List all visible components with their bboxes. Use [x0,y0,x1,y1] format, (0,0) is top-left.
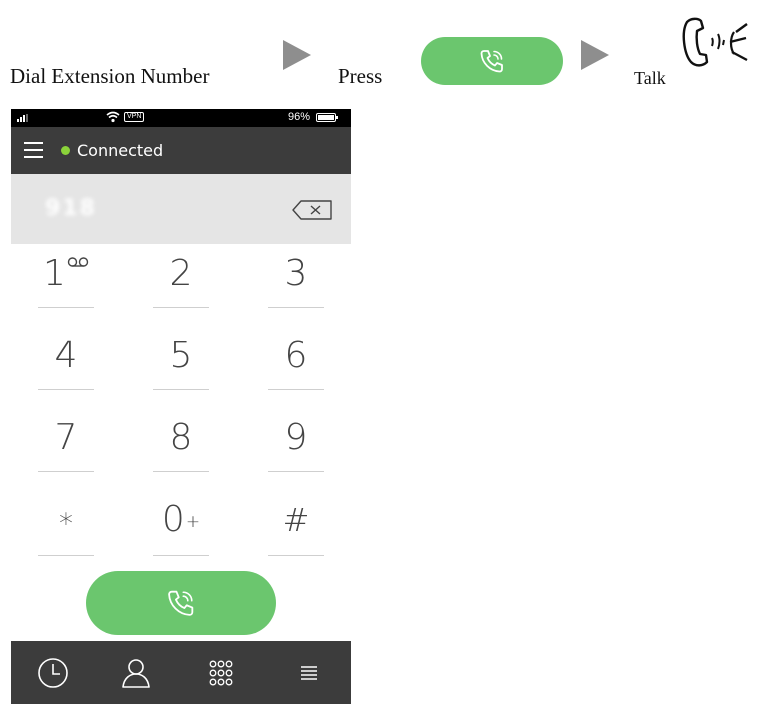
phone-screen: VPN 96% Connected 918 1 2 3 4 5 6 7 8 9 … [11,109,351,704]
key-1[interactable]: 1 [38,244,94,308]
dial-number-field[interactable]: 918 [11,174,351,244]
call-button-illustration [421,37,563,85]
key-digit: 6 [284,335,308,376]
key-digit: 3 [284,253,308,294]
contacts-icon [122,659,150,688]
tab-contacts[interactable] [118,655,154,691]
key-digit: 1 [43,253,66,294]
key-digit: 4 [54,335,78,376]
menu-icon [301,666,317,680]
key-digit: # [282,501,310,539]
key-digit: 8 [169,417,193,458]
phone-call-icon [480,50,503,73]
key-0[interactable]: 0+ [153,490,209,556]
key-digit: 5 [169,335,193,376]
key-digit: 0 [161,499,185,540]
wifi-icon [106,111,120,123]
instruction-strip: Dial Extension Number Press Talk [0,0,759,100]
step-dial-extension: Dial Extension Number [10,64,210,88]
app-header: Connected [11,127,351,174]
battery-icon [316,113,338,122]
key-3[interactable]: 3 [268,244,324,308]
bottom-tab-bar [11,641,351,704]
connection-status: Connected [77,141,164,160]
key-7[interactable]: 7 [38,408,94,472]
key-6[interactable]: 6 [268,326,324,390]
hamburger-icon[interactable] [24,142,43,158]
vpn-badge: VPN [124,112,145,122]
tab-history[interactable] [35,655,71,691]
key-5[interactable]: 5 [153,326,209,390]
dialed-number: 918 [45,196,97,221]
key-hash[interactable]: # [268,490,324,556]
tab-menu[interactable] [291,655,327,691]
signal-icon [17,114,28,122]
phone-call-icon [168,590,194,616]
status-bar: VPN 96% [11,109,351,127]
tab-dialpad[interactable] [203,655,239,691]
key-9[interactable]: 9 [268,408,324,472]
key-digit: 2 [169,253,193,294]
key-8[interactable]: 8 [153,408,209,472]
step-arrow-icon [581,40,609,70]
voicemail-icon [67,257,89,267]
key-digit: * [59,507,73,540]
battery-percent: 96% [288,111,311,123]
history-icon [38,658,68,688]
connection-status-dot [61,146,70,155]
step-arrow-icon [283,40,311,70]
step-talk: Talk [634,68,666,88]
step-press: Press [338,64,383,88]
key-star[interactable]: * [38,490,94,556]
key-digit: 9 [284,417,308,458]
key-digit: 7 [54,417,78,458]
call-button[interactable] [86,571,276,635]
key-2[interactable]: 2 [153,244,209,308]
plus-sign: + [185,512,201,532]
handset-speech-icon [682,17,748,67]
dialpad-icon [209,660,233,686]
key-4[interactable]: 4 [38,326,94,390]
backspace-icon[interactable] [291,199,333,221]
